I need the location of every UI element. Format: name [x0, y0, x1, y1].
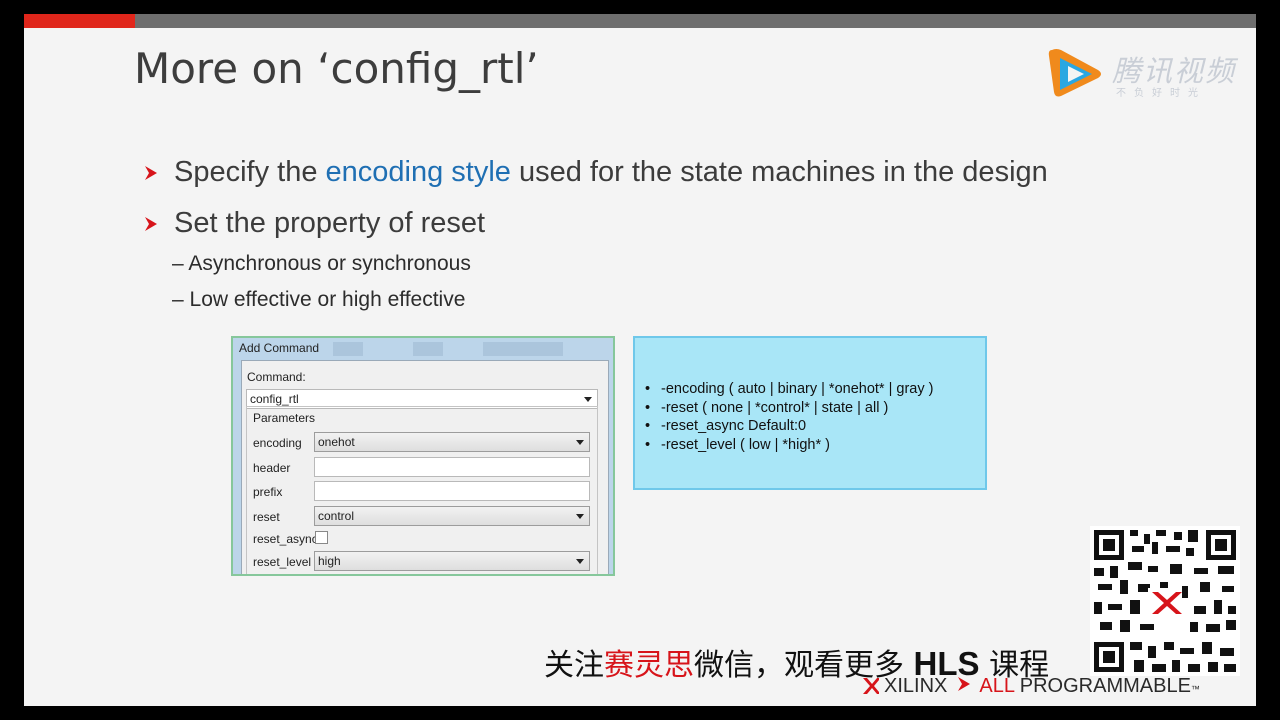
reset-level-dropdown[interactable]: high	[314, 551, 590, 571]
list-item: • -reset_level ( low | *high* )	[645, 436, 830, 453]
xilinx-wordmark: XILINX	[884, 674, 948, 697]
options-list: • -encoding ( auto | binary | *onehot* | …	[645, 380, 933, 454]
slide-title: More on ‘config_rtl’	[134, 44, 539, 93]
chevron-down-icon	[576, 514, 584, 519]
command-label: Command:	[247, 370, 306, 384]
header-label: header	[253, 461, 291, 475]
reset-level-value: high	[318, 554, 341, 568]
encoding-label: encoding	[253, 436, 302, 450]
options-info-box: • -encoding ( auto | binary | *onehot* | …	[633, 336, 987, 490]
encoding-dropdown[interactable]: onehot	[314, 432, 590, 452]
chevron-down-icon	[576, 559, 584, 564]
slide-top-bar	[24, 14, 1256, 28]
reset-async-checkbox[interactable]	[315, 531, 328, 544]
reset-level-label: reset_level	[253, 555, 312, 569]
slide: More on ‘config_rtl’ Specify the encodin…	[24, 14, 1256, 706]
xilinx-logo-icon	[863, 678, 879, 694]
reset-label: reset	[253, 510, 280, 524]
xilinx-branding: XILINX ALL PROGRAMMABLE™	[862, 674, 1200, 698]
chevron-right-icon	[142, 213, 164, 235]
sub-bullet-level: – Low effective or high effective	[172, 288, 466, 311]
qr-code-icon	[1090, 526, 1240, 676]
encoding-value: onehot	[318, 435, 355, 449]
list-item: • -reset ( none | *control* | state | all…	[645, 399, 889, 416]
list-item: • -reset_async Default:0	[645, 418, 807, 434]
list-item: • -encoding ( auto | binary | *onehot* | …	[645, 381, 934, 397]
sub-bullet-async: – Asynchronous or synchronous	[172, 252, 471, 275]
watermark-slogan: 不负好时光	[1116, 88, 1206, 99]
dialog-title: Add Command	[239, 341, 320, 355]
bullet-reset: Set the property of reset	[142, 207, 485, 240]
add-command-dialog: Add Command Command: config_rtl Paramete…	[231, 336, 615, 576]
chevron-right-icon	[142, 162, 164, 184]
command-value: config_rtl	[250, 392, 299, 406]
ghost-toolbar	[413, 342, 443, 356]
highlight-encoding-style: encoding style	[325, 156, 511, 188]
header-input[interactable]	[314, 457, 590, 477]
chevron-down-icon	[576, 440, 584, 445]
dialog-body: Command: config_rtl Parameters encoding …	[241, 360, 609, 574]
prefix-input[interactable]	[314, 481, 590, 501]
reset-value: control	[318, 509, 355, 523]
bullet-text: Set the property of reset	[174, 207, 486, 239]
bullet-encoding: Specify the encoding style used for the …	[142, 156, 1048, 189]
all-programmable-tagline: ALL PROGRAMMABLE™	[979, 674, 1200, 697]
tencent-video-logo-icon	[1046, 46, 1106, 107]
chevron-right-icon	[957, 676, 971, 697]
accent-bar	[24, 14, 135, 28]
ghost-toolbar	[483, 342, 563, 356]
prefix-label: prefix	[253, 485, 283, 499]
ghost-toolbar	[333, 342, 363, 356]
parameters-label: Parameters	[253, 411, 316, 425]
reset-async-label: reset_async	[253, 532, 318, 546]
bullet-text: Specify the encoding style used for the …	[174, 156, 1048, 188]
chevron-down-icon	[584, 397, 592, 402]
reset-dropdown[interactable]: control	[314, 506, 590, 526]
parameters-group: Parameters encoding onehot header prefix…	[246, 406, 598, 574]
